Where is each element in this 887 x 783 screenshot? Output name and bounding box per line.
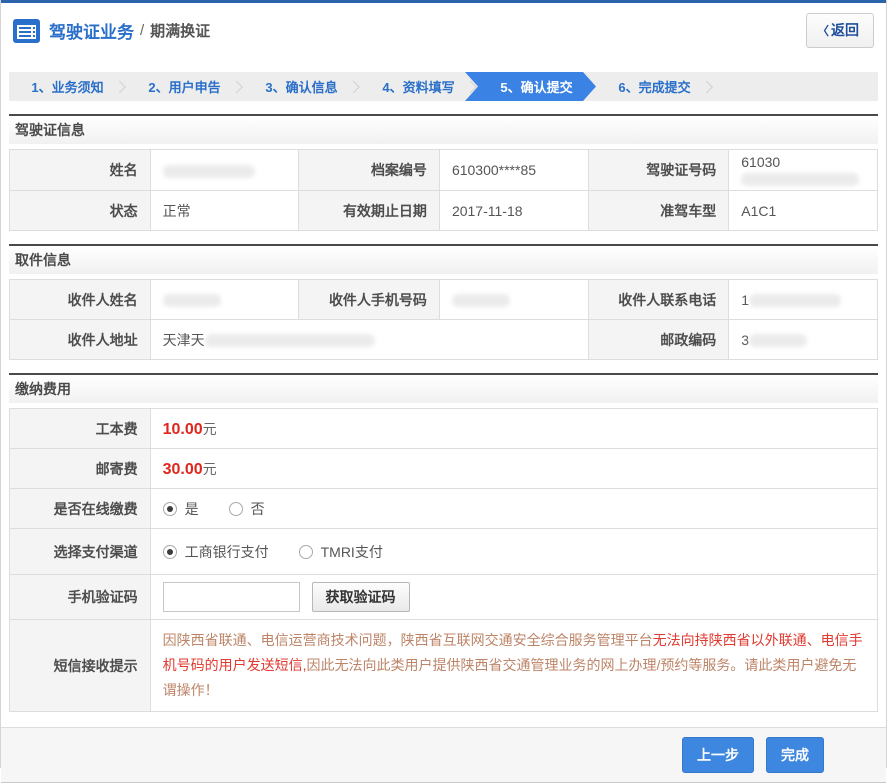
expiry-label: 有效期止日期 bbox=[298, 190, 440, 231]
recipient-name-label: 收件人姓名 bbox=[9, 279, 151, 320]
postcode-label: 邮政编码 bbox=[587, 319, 730, 360]
step-2-user-declaration[interactable]: 2、用户申告 bbox=[126, 72, 243, 101]
sms-code-label: 手机验证码 bbox=[9, 574, 151, 620]
pay-channel-options: 工商银行支付 TMRI支付 bbox=[149, 528, 879, 575]
sms-code-field: 获取验证码 bbox=[149, 574, 879, 620]
redacted-address bbox=[204, 334, 375, 348]
license-info-section: 驾驶证信息 姓名 档案编号 610300****85 驾驶证号码 61030 状… bbox=[9, 114, 878, 231]
file-no-label: 档案编号 bbox=[298, 149, 440, 191]
postage-fee-label: 邮寄费 bbox=[9, 448, 151, 489]
breadcrumb-service-title[interactable]: 驾驶证业务 bbox=[49, 18, 134, 43]
pickup-section-title: 取件信息 bbox=[9, 244, 878, 274]
stepbar-filler bbox=[713, 72, 878, 101]
name-label: 姓名 bbox=[9, 149, 151, 191]
footer-action-bar: 上一步 完成 bbox=[1, 727, 886, 783]
step-1-business-notice[interactable]: 1、业务须知 bbox=[9, 72, 126, 101]
fees-table: 工本费 10.00元 邮寄费 30.00元 是否在线缴费 是 否 选择支付渠道 … bbox=[9, 408, 879, 712]
chevron-right-icon bbox=[113, 80, 126, 93]
breadcrumb-current-page: 期满换证 bbox=[150, 23, 211, 40]
status-label: 状态 bbox=[9, 190, 151, 231]
step-3-confirm-info[interactable]: 3、确认信息 bbox=[243, 72, 360, 101]
form-list-icon bbox=[13, 18, 40, 43]
address-value: 天津天 bbox=[149, 319, 589, 360]
chevron-right-icon bbox=[700, 80, 713, 93]
radio-online-pay-no-label[interactable]: 否 bbox=[251, 499, 265, 519]
redacted-recipient-mobile bbox=[451, 294, 510, 308]
step-5-confirm-submit-active[interactable]: 5、确认提交 bbox=[465, 72, 596, 101]
recipient-name-value bbox=[149, 279, 300, 320]
redacted-recipient-name bbox=[162, 294, 221, 308]
license-no-value: 61030 bbox=[728, 149, 878, 191]
sms-code-input[interactable] bbox=[162, 582, 300, 612]
recipient-phone-label: 收件人联系电话 bbox=[587, 279, 730, 320]
radio-online-pay-yes-label[interactable]: 是 bbox=[185, 499, 199, 519]
redacted-recipient-phone bbox=[749, 294, 842, 308]
address-label: 收件人地址 bbox=[9, 319, 151, 360]
step-4-fill-data[interactable]: 4、资料填写 bbox=[360, 72, 477, 101]
redacted-postcode bbox=[749, 334, 808, 348]
fees-section: 缴纳费用 工本费 10.00元 邮寄费 30.00元 是否在线缴费 是 否 选择… bbox=[9, 373, 879, 712]
step-6-complete-submit[interactable]: 6、完成提交 bbox=[596, 72, 713, 101]
pickup-info-table: 收件人姓名 收件人手机号码 收件人联系电话 1 收件人地址 天津天 邮政编码 3 bbox=[9, 279, 878, 360]
back-button[interactable]: 〈返回 bbox=[805, 13, 874, 48]
postcode-value: 3 bbox=[728, 319, 878, 360]
pay-channel-label: 选择支付渠道 bbox=[9, 528, 151, 575]
chevron-right-icon bbox=[347, 80, 360, 93]
license-info-table: 姓名 档案编号 610300****85 驾驶证号码 61030 状态 正常 有… bbox=[9, 149, 878, 231]
license-no-label: 驾驶证号码 bbox=[587, 149, 730, 191]
sms-notice-text: 因陕西省联通、电信运营商技术问题，陕西省互联网交通安全综合服务管理平台无法向持陕… bbox=[149, 619, 879, 712]
chevron-left-icon: 〈 bbox=[816, 24, 829, 38]
online-pay-label: 是否在线缴费 bbox=[9, 488, 151, 529]
redacted-name bbox=[162, 164, 255, 178]
name-value bbox=[149, 149, 300, 191]
status-value: 正常 bbox=[149, 190, 300, 231]
file-no-value: 610300****85 bbox=[438, 149, 589, 191]
breadcrumb-separator: / bbox=[140, 22, 145, 39]
card-fee-value: 10.00元 bbox=[149, 408, 879, 449]
radio-channel-tmri-label[interactable]: TMRI支付 bbox=[321, 542, 383, 562]
step-wizard-bar: 1、业务须知 2、用户申告 3、确认信息 4、资料填写 5、确认提交 6、完成提… bbox=[9, 72, 878, 101]
radio-online-pay-yes[interactable] bbox=[162, 501, 177, 516]
recipient-phone-value: 1 bbox=[728, 279, 878, 320]
vehicle-class-value: A1C1 bbox=[728, 190, 878, 231]
online-pay-options: 是 否 bbox=[149, 488, 879, 529]
back-button-label: 返回 bbox=[831, 22, 859, 38]
chevron-right-icon bbox=[230, 80, 243, 93]
postage-fee-value: 30.00元 bbox=[149, 448, 879, 489]
recipient-mobile-value bbox=[438, 279, 589, 320]
radio-channel-tmri[interactable] bbox=[298, 544, 313, 559]
redacted-license-no bbox=[741, 172, 860, 186]
expiry-value: 2017-11-18 bbox=[438, 190, 589, 231]
sms-notice-label: 短信接收提示 bbox=[9, 619, 151, 712]
radio-channel-icbc[interactable] bbox=[162, 544, 177, 559]
main-content: 驾驶证信息 姓名 档案编号 610300****85 驾驶证号码 61030 状… bbox=[1, 101, 886, 712]
fees-section-title: 缴纳费用 bbox=[9, 373, 878, 403]
license-section-title: 驾驶证信息 bbox=[9, 114, 878, 144]
get-sms-code-button[interactable]: 获取验证码 bbox=[311, 582, 410, 612]
radio-online-pay-no[interactable] bbox=[228, 501, 243, 516]
pickup-info-section: 取件信息 收件人姓名 收件人手机号码 收件人联系电话 1 收件人地址 天津天 邮… bbox=[9, 244, 878, 360]
vehicle-class-label: 准驾车型 bbox=[587, 190, 730, 231]
page-header: 驾驶证业务 / 期满换证 〈返回 bbox=[1, 3, 886, 58]
card-fee-label: 工本费 bbox=[9, 408, 151, 449]
recipient-mobile-label: 收件人手机号码 bbox=[298, 279, 440, 320]
radio-channel-icbc-label[interactable]: 工商银行支付 bbox=[185, 542, 269, 562]
